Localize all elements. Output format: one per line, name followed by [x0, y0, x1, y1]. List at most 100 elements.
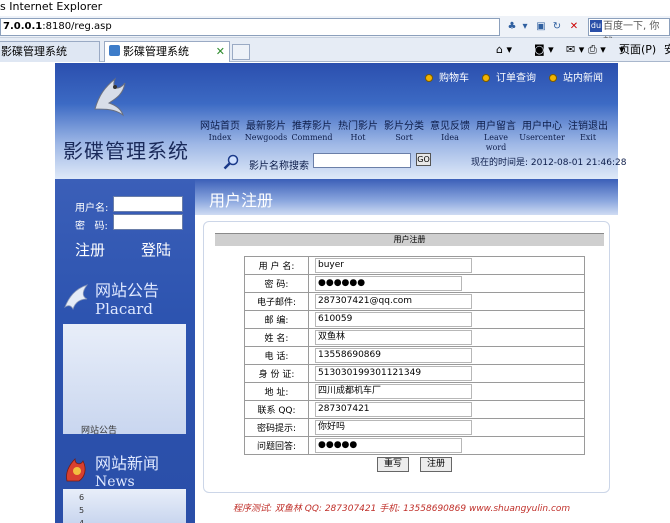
- postcode-field[interactable]: 610059: [315, 312, 472, 327]
- safety-menu[interactable]: 安: [664, 42, 670, 58]
- address-field[interactable]: 四川成都机车厂: [315, 384, 472, 399]
- nav-exit[interactable]: 注销退出 Exit: [565, 121, 611, 143]
- notice-title: 网站公告: [95, 281, 160, 300]
- nav-newgoods[interactable]: 最新影片 Newgoods: [243, 121, 289, 143]
- field-label: 密 码:: [244, 274, 309, 293]
- nav-newgoods-zh: 最新影片: [246, 121, 286, 132]
- panel-title: 用户注册: [215, 233, 604, 246]
- password-label: 密 码:: [75, 221, 108, 232]
- page-menu[interactable]: 页面(P) ▾: [619, 42, 656, 58]
- top-link-news[interactable]: 站内新闻: [549, 69, 603, 84]
- search-box[interactable]: du百度一下, 你就: [588, 18, 670, 48]
- news-item[interactable]: 5: [79, 506, 84, 516]
- username-field[interactable]: buyer: [315, 258, 472, 273]
- nav-newgoods-en: Newgoods: [244, 133, 288, 142]
- nav-sort-zh: 影片分类: [384, 121, 424, 132]
- nav-commend-zh: 推荐影片: [292, 121, 332, 132]
- top-link-cart-label: 购物车: [439, 73, 469, 84]
- submit-register-button[interactable]: 注册: [419, 457, 452, 473]
- field-label: 问题回答:: [244, 436, 309, 455]
- reset-button[interactable]: 重写: [377, 457, 410, 473]
- address-host: 7.0.0.1: [3, 21, 43, 32]
- site-page: 影碟管理系统 购物车 订单查询 站内新闻 网站首页 Index 最新影片 Newgo…: [55, 63, 626, 523]
- dot-icon: [549, 74, 557, 82]
- left-sidebar: 用户名: 密 码: 注册 登陆 网站公告 Placard 网站公告 网站新闻 N…: [55, 179, 195, 523]
- field-label: 姓 名:: [244, 328, 309, 347]
- home-icon[interactable]: ⌂ ▾: [496, 42, 512, 58]
- magnifier-icon: [223, 154, 239, 170]
- notice-title-en: Placard: [95, 300, 153, 318]
- fire-dragon-icon: [66, 458, 86, 482]
- movie-search-input[interactable]: [313, 153, 411, 168]
- tab-1-label: 影碟管理系统: [1, 45, 67, 58]
- nav-idea-zh: 意见反馈: [430, 121, 470, 132]
- new-tab-button[interactable]: [232, 44, 250, 60]
- ie-page-icon: [109, 45, 120, 56]
- id-card-field[interactable]: 513030199301121349: [315, 366, 472, 381]
- page-menu-label: 页面(P): [619, 43, 657, 56]
- search-label: 影片名称搜索: [249, 161, 309, 172]
- tab-2-label: 影碟管理系统: [123, 45, 189, 58]
- compatibility-icon[interactable]: ♣: [505, 20, 519, 34]
- field-label: 电 话:: [244, 346, 309, 365]
- go-button[interactable]: GO: [416, 153, 431, 166]
- phone-field[interactable]: 13558690869: [315, 348, 472, 363]
- footer-contact: 程序测试: 双鱼林 QQ: 287307421 手机: 13558690869 …: [233, 504, 571, 514]
- feeds-icon[interactable]: ◙ ▾: [534, 42, 554, 58]
- password-input[interactable]: [113, 214, 183, 230]
- nav-hot-zh: 热门影片: [338, 121, 378, 132]
- nav-usercenter-en: Usercenter: [519, 133, 565, 142]
- print-icon[interactable]: ⎙ ▾: [588, 42, 606, 58]
- dot-icon: [482, 74, 490, 82]
- notice-box: 网站公告: [63, 324, 186, 436]
- baidu-icon: du: [590, 20, 602, 32]
- answer-field[interactable]: ●●●●●: [315, 438, 462, 453]
- dropdown-icon[interactable]: ▾: [518, 20, 532, 34]
- field-label: 电子邮件:: [244, 292, 309, 311]
- address-input[interactable]: 7.0.0.1:8180/reg.asp: [0, 18, 500, 36]
- news-title: 网站新闻: [95, 454, 160, 473]
- tab-1[interactable]: 影碟管理系统: [0, 41, 100, 62]
- password-hint-field[interactable]: 你好吗: [315, 420, 472, 435]
- close-tab-icon[interactable]: ✕: [216, 42, 225, 61]
- realname-field[interactable]: 双鱼林: [315, 330, 472, 345]
- nav-usercenter[interactable]: 用户中心 Usercenter: [519, 121, 565, 143]
- nav-leave-word[interactable]: 用户留言 Leave word: [473, 121, 519, 153]
- nav-idea[interactable]: 意见反馈 Idea: [427, 121, 473, 143]
- nav-hot[interactable]: 热门影片 Hot: [335, 121, 381, 143]
- top-link-orders[interactable]: 订单查询: [482, 69, 536, 84]
- nav-commend-en: Commend: [291, 133, 333, 142]
- stop-icon[interactable]: ✕: [567, 20, 581, 34]
- field-label: 密码提示:: [244, 418, 309, 437]
- news-item[interactable]: 4: [79, 519, 84, 523]
- nav-exit-zh: 注销退出: [568, 121, 608, 132]
- news-box: 6 5 4: [63, 489, 186, 523]
- field-label: 用 户 名:: [244, 256, 309, 275]
- register-panel: 用户注册 用 户 名: buyer 密 码: ●●●●●● 电子邮件: 2873074…: [203, 221, 610, 493]
- nav-index[interactable]: 网站首页 Index: [197, 121, 243, 143]
- mail-icon[interactable]: ✉ ▾: [566, 42, 584, 58]
- site-header: 影碟管理系统 购物车 订单查询 站内新闻 网站首页 Index 最新影片 Newgo…: [55, 63, 626, 179]
- email-field[interactable]: 287307421@qq.com: [315, 294, 472, 309]
- username-input[interactable]: [113, 196, 183, 212]
- tab-2[interactable]: 影碟管理系统 ✕: [104, 41, 230, 62]
- dot-icon: [425, 74, 433, 82]
- site-title: 影碟管理系统: [63, 139, 189, 163]
- register-link[interactable]: 注册: [75, 239, 105, 260]
- dragon-logo-icon: [94, 77, 126, 117]
- top-link-cart[interactable]: 购物车: [425, 69, 469, 84]
- news-item[interactable]: 6: [79, 493, 84, 503]
- nav-hot-en: Hot: [350, 133, 366, 142]
- notice-text: 网站公告: [81, 426, 118, 436]
- page-icon[interactable]: ▣: [534, 20, 548, 34]
- login-link[interactable]: 登陆: [141, 239, 171, 260]
- main-content: 用户注册 用户注册 用 户 名: buyer 密 码: ●●●●●● 电子邮件: 28…: [195, 179, 618, 523]
- top-link-orders-label: 订单查询: [496, 73, 536, 84]
- nav-leave-word-zh: 用户留言: [476, 121, 516, 132]
- qq-field[interactable]: 287307421: [315, 402, 472, 417]
- address-bar: 7.0.0.1:8180/reg.asp ♣ ▾ ▣ ↻ ✕ du 百度一下, 你…: [0, 16, 670, 48]
- refresh-icon[interactable]: ↻: [550, 20, 564, 34]
- nav-sort[interactable]: 影片分类 Sort: [381, 121, 427, 143]
- nav-commend[interactable]: 推荐影片 Commend: [289, 121, 335, 143]
- password-field[interactable]: ●●●●●●: [315, 276, 462, 291]
